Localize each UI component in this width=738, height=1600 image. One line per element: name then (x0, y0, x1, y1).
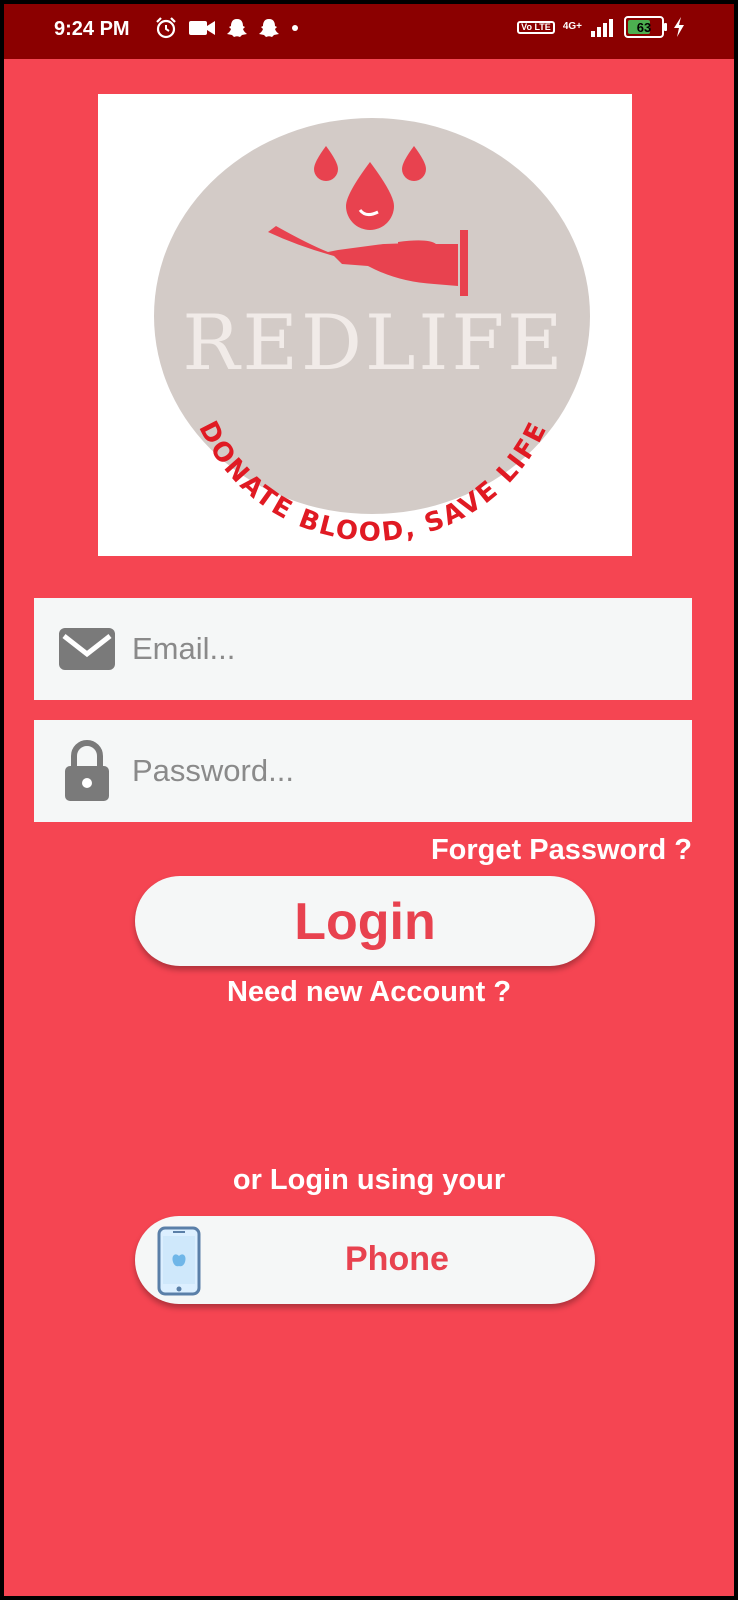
battery-icon: 63 (624, 16, 667, 38)
network-type-label: 4G+ (562, 21, 582, 32)
login-button[interactable]: Login (135, 876, 595, 966)
snapchat-icon (227, 19, 247, 37)
need-new-account-link[interactable]: Need new Account ? (4, 976, 734, 1009)
logo-brand-name: REDLIFE (182, 298, 565, 387)
email-field[interactable] (34, 598, 692, 700)
volte-icon: Vo LTE (517, 20, 555, 34)
signal-strength-icon (591, 19, 613, 37)
status-time: 9:24 PM (54, 18, 130, 40)
login-button-label: Login (294, 893, 436, 951)
smartphone-icon (157, 1226, 201, 1296)
alarm-icon (156, 17, 176, 39)
forget-password-link[interactable]: Forget Password ? (431, 834, 692, 867)
charging-bolt-icon (674, 17, 684, 37)
notification-icons (154, 16, 300, 40)
password-input[interactable] (130, 752, 654, 790)
phone-button-label: Phone (345, 1240, 449, 1278)
video-camera-icon (189, 21, 215, 35)
email-input[interactable] (130, 630, 654, 668)
alt-login-prompt: or Login using your (232, 1164, 506, 1196)
status-bar: 9:24 PM Vo LTE 4G+ 63 (4, 4, 734, 59)
password-field[interactable] (34, 720, 692, 822)
snapchat-icon (259, 19, 279, 37)
login-screen: 9:24 PM Vo LTE 4G+ 63 REDLIFE DONATE BLO… (4, 4, 734, 1596)
logo-graphic: REDLIFE DONATE BLOOD, SAVE LIFE (154, 118, 590, 548)
battery-level: 63 (636, 19, 652, 35)
phone-login-button[interactable]: Phone (135, 1216, 595, 1304)
redlife-logo: REDLIFE DONATE BLOOD, SAVE LIFE (98, 94, 632, 556)
envelope-icon (56, 626, 118, 672)
system-icons: Vo LTE 4G+ 63 (517, 16, 686, 38)
more-notifications-dot-icon (292, 25, 298, 31)
lock-icon (56, 740, 118, 802)
